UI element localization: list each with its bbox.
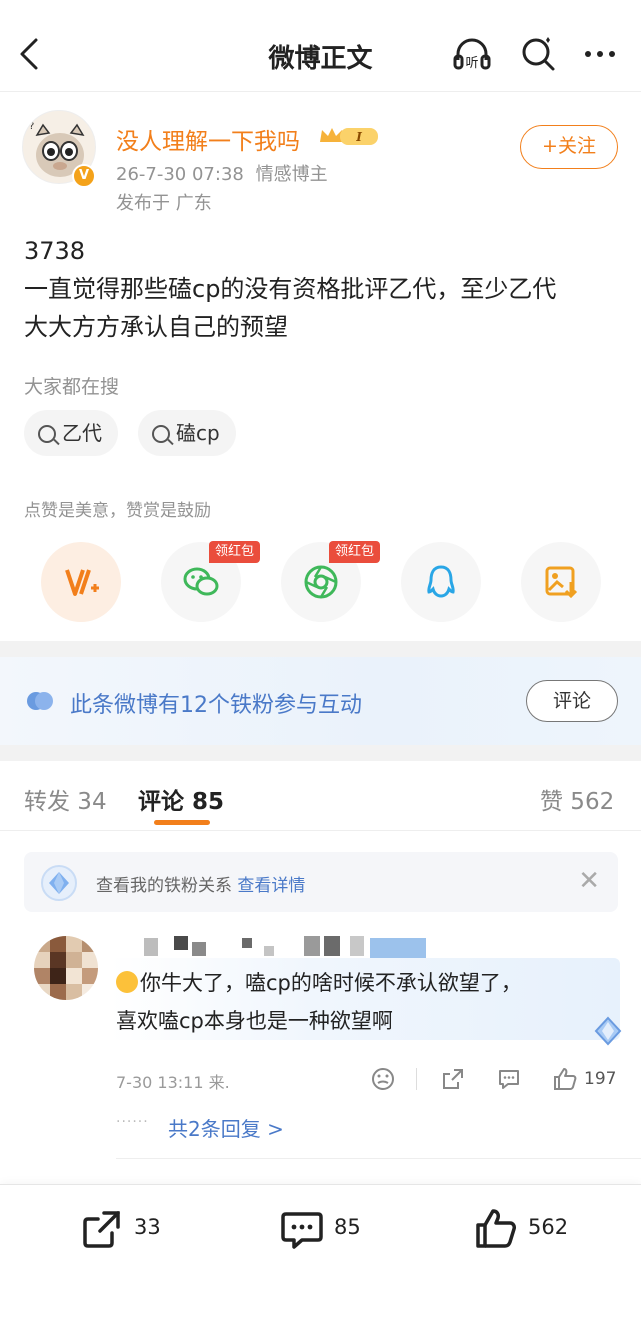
crying-laughing-emoji-icon bbox=[116, 971, 138, 993]
post-location: 发布于 广东 bbox=[116, 193, 212, 214]
close-icon[interactable]: ✕ bbox=[578, 868, 600, 894]
author-tag: 情感博主 bbox=[255, 164, 328, 185]
like-icon bbox=[476, 1209, 516, 1248]
reward-button[interactable] bbox=[41, 542, 121, 622]
view-replies-link[interactable]: 共2条回复 > bbox=[168, 1113, 284, 1142]
search-icon bbox=[152, 425, 170, 443]
like-icon[interactable] bbox=[552, 1066, 578, 1092]
post-body: 3738 一直觉得那些磕cp的没有资格批评乙代，至少乙代 大大方方承认自己的预望 bbox=[24, 232, 620, 346]
search-chip[interactable]: 乙代 bbox=[24, 410, 118, 456]
reward-hint: 点赞是美意，赞赏是鼓励 bbox=[24, 501, 211, 521]
section-divider bbox=[0, 641, 641, 657]
save-image-button[interactable] bbox=[521, 542, 601, 622]
wechat-icon bbox=[183, 567, 219, 596]
search-chip[interactable]: 磕cp bbox=[138, 410, 236, 456]
save-image-icon bbox=[545, 566, 578, 599]
repost-icon bbox=[83, 1211, 120, 1248]
commenter-name-redacted[interactable] bbox=[114, 936, 434, 960]
more-icon[interactable] bbox=[580, 34, 620, 74]
comment-meta: 7-30 13:11 来. bbox=[116, 1073, 230, 1092]
iron-fans-notice: 查看我的铁粉关系 查看详情 ✕ bbox=[24, 852, 618, 912]
red-packet-tag: 领红包 bbox=[209, 541, 261, 563]
top-nav-bar: 微博正文 听 bbox=[0, 0, 641, 92]
notice-text: 查看我的铁粉关系 查看详情 bbox=[96, 876, 306, 896]
post-text-line: 3738 bbox=[24, 237, 86, 265]
view-details-link[interactable]: 查看详情 bbox=[237, 876, 305, 896]
reply-icon[interactable] bbox=[496, 1066, 522, 1092]
repost-action[interactable]: 33 bbox=[80, 1207, 170, 1253]
follow-button[interactable]: +关注 bbox=[520, 125, 618, 169]
v-reward-icon bbox=[65, 569, 99, 596]
member-crown-icon: I bbox=[320, 128, 378, 145]
author-name[interactable]: 没人理解一下我吗 bbox=[116, 122, 300, 156]
like-count: 562 bbox=[528, 1215, 569, 1239]
tab-repost[interactable]: 转发 34 bbox=[24, 782, 107, 816]
divider bbox=[416, 1068, 417, 1090]
post-text-line: 大大方方承认自己的预望 bbox=[24, 313, 288, 341]
comment-action[interactable]: 85 bbox=[280, 1207, 370, 1253]
post-timestamp: 26-7-30 07:38 bbox=[116, 164, 244, 185]
repost-count: 33 bbox=[134, 1215, 161, 1239]
comment-like-count: 197 bbox=[584, 1069, 617, 1089]
bottom-action-bar: 33 85 562 bbox=[0, 1184, 641, 1328]
member-level: I bbox=[355, 130, 362, 144]
trending-search-title: 大家都在搜 bbox=[24, 376, 120, 398]
tab-comments[interactable]: 评论 85 bbox=[138, 782, 224, 816]
search-icon[interactable] bbox=[518, 34, 558, 74]
svg-text:听: 听 bbox=[465, 56, 478, 71]
iron-fans-text: 此条微博有12个铁粉参与互动 bbox=[70, 693, 362, 718]
verified-badge-icon: V bbox=[72, 164, 96, 188]
moments-icon bbox=[304, 565, 338, 599]
divider bbox=[0, 830, 641, 831]
red-packet-tag: 领红包 bbox=[329, 541, 381, 563]
comment-text: 你牛大了，嗑cp的啥时候不承认欲望了， 喜欢嗑cp本身也是一种欲望啊 bbox=[116, 971, 522, 1033]
qq-icon bbox=[427, 565, 455, 598]
section-divider bbox=[0, 745, 641, 761]
commenter-avatar[interactable] bbox=[34, 936, 98, 1000]
post-meta: 26-7-30 07:38 情感博主 bbox=[116, 160, 328, 186]
repost-icon[interactable] bbox=[440, 1066, 466, 1092]
iron-fan-icon bbox=[27, 692, 53, 710]
active-tab-indicator bbox=[154, 820, 210, 825]
svg-text:?: ? bbox=[29, 121, 34, 132]
comment-icon bbox=[281, 1212, 323, 1249]
divider bbox=[116, 1158, 641, 1159]
emoji-react-icon[interactable] bbox=[370, 1066, 396, 1092]
comment-count: 85 bbox=[334, 1215, 361, 1239]
comment-button[interactable]: 评论 bbox=[526, 680, 618, 722]
diamond-icon bbox=[41, 865, 77, 901]
iron-fans-banner: 此条微博有12个铁粉参与互动 评论 bbox=[0, 657, 641, 745]
tab-likes[interactable]: 赞 562 bbox=[540, 782, 614, 816]
like-action[interactable]: 562 bbox=[474, 1207, 584, 1253]
share-qq-button[interactable] bbox=[401, 542, 481, 622]
search-icon bbox=[38, 425, 56, 443]
reply-dots: ······ bbox=[116, 1114, 149, 1130]
post-text-line: 一直觉得那些磕cp的没有资格批评乙代，至少乙代 bbox=[24, 275, 557, 303]
listen-icon[interactable]: 听 bbox=[452, 34, 492, 74]
diamond-decoration-icon bbox=[594, 1016, 622, 1046]
